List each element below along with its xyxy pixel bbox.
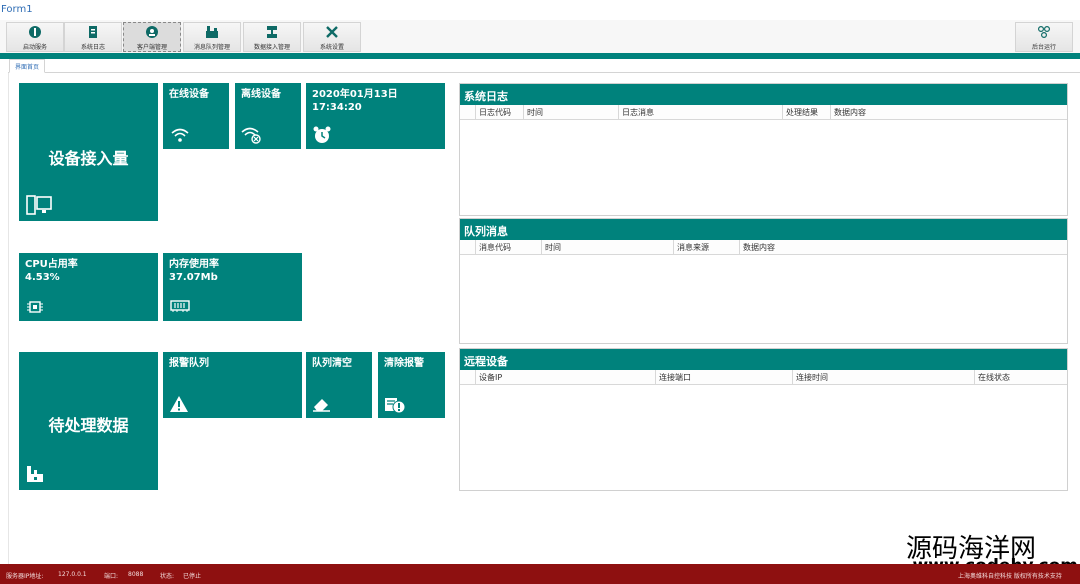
toolbar-button-label: 后台运行 [1031,44,1056,51]
toolbar-button-label: 系统日志 [80,44,105,51]
system-log-panel: 系统日志 日志代码 时间 日志消息 处理结果 数据内容 [459,83,1068,216]
column-header[interactable]: 消息代码 [475,240,541,255]
tools-icon [326,26,338,38]
system-log-title: 系统日志 [460,84,1067,105]
current-time: 17:34:20 [312,102,362,113]
queue-messages-title: 队列消息 [460,219,1067,240]
queue-management-button[interactable]: 消息队列管理 [183,22,241,52]
copyright-text: 上海奥维科自控科技 版权所有技术支持 [958,573,1062,580]
column-header[interactable]: 消息来源 [673,240,739,255]
data-access-icon [267,26,277,38]
main-content: 设备接入量 在线设备 离线设备 2020年01月13日 17:34:20 CPU… [8,73,1080,564]
factory-icon [27,466,43,482]
alarm-queue-tile[interactable]: 报警队列 [163,352,302,418]
cpu-icon [27,301,43,313]
cpu-usage-label: CPU占用率 [25,259,78,270]
memory-usage-tile: 内存使用率 37.07Mb [163,253,302,321]
clear-alarm-label: 清除报警 [384,358,424,369]
pending-data-label: 待处理数据 [48,416,129,435]
toolbar-button-label: 消息队列管理 [193,44,230,51]
clear-alarm-tile[interactable]: 清除报警 [378,352,445,418]
online-devices-label: 在线设备 [169,89,209,100]
system-settings-button[interactable]: 系统设置 [303,22,361,52]
remote-devices-panel: 远程设备 设备IP 连接端口 连接时间 在线状态 [459,348,1068,491]
offline-devices-tile[interactable]: 离线设备 [235,83,301,149]
toolbar-button-label: 启动服务 [22,44,47,51]
data-access-button[interactable]: 数据接入管理 [243,22,301,52]
port-value: 8088 [128,571,144,578]
memory-usage-value: 37.07Mb [169,272,218,283]
tab-home[interactable]: 界面首页 [9,59,46,73]
column-header[interactable]: 数据内容 [739,240,1067,255]
status-bar: 服务器IP地址: 127.0.0.1 端口: 8088 状态: 已停止 上海奥维… [0,564,1080,584]
queue-messages-grid-header: 消息代码 时间 消息来源 数据内容 [460,240,1067,255]
cpu-usage-value: 4.53% [25,272,60,283]
device-access-label: 设备接入量 [48,149,129,168]
online-devices-tile[interactable]: 在线设备 [163,83,229,149]
memory-icon [170,300,190,312]
column-header[interactable]: 在线状态 [974,370,1067,385]
system-log-grid-header: 日志代码 时间 日志消息 处理结果 数据内容 [460,105,1067,120]
column-header[interactable]: 时间 [541,240,673,255]
alarm-clock-icon [313,126,331,143]
wifi-icon [171,128,189,142]
column-header[interactable]: 设备IP [475,370,655,385]
tab-strip: 界面首页 [8,59,1080,73]
server-ip-label: 服务器IP地址: [6,573,44,580]
window-title: Form1 [1,4,33,15]
state-label: 状态: [160,573,175,580]
port-label: 端口: [104,573,119,580]
toolbar: 启动服务 系统日志 客户端管理 消息队列管理 数据接入管理 系统设置 后台运行 [0,20,1080,53]
column-header[interactable]: 日志消息 [618,105,782,120]
datetime-tile: 2020年01月13日 17:34:20 [306,83,445,149]
server-ip-value: 127.0.0.1 [58,571,87,578]
system-log-button[interactable]: 系统日志 [64,22,122,52]
remote-devices-grid-header: 设备IP 连接端口 连接时间 在线状态 [460,370,1067,385]
clear-alarm-icon [385,398,406,414]
warning-icon [170,396,188,412]
queue-messages-panel: 队列消息 消息代码 时间 消息来源 数据内容 [459,218,1068,344]
toolbar-button-label: 客户端管理 [136,44,167,51]
alarm-queue-label: 报警队列 [169,358,209,369]
clear-queue-tile[interactable]: 队列清空 [306,352,372,418]
background-run-icon [1037,25,1051,39]
device-access-tile[interactable]: 设备接入量 [19,83,158,221]
pending-data-tile[interactable]: 待处理数据 [19,352,158,490]
memory-usage-label: 内存使用率 [169,259,219,270]
state-value: 已停止 [183,573,202,580]
column-header[interactable]: 数据内容 [830,105,1067,120]
cpu-usage-tile: CPU占用率 4.53% [19,253,158,321]
remote-devices-title: 远程设备 [460,349,1067,370]
client-icon [146,26,158,38]
column-header[interactable]: 日志代码 [475,105,523,120]
toolbar-button-label: 数据接入管理 [253,44,290,51]
column-header[interactable]: 连接时间 [792,370,974,385]
column-header[interactable]: 时间 [523,105,618,120]
queue-icon [206,26,218,38]
offline-devices-label: 离线设备 [241,89,281,100]
column-header[interactable]: 处理结果 [782,105,830,120]
toolbar-button-label: 系统设置 [319,44,344,51]
eraser-icon [313,399,330,412]
clear-queue-label: 队列清空 [312,358,352,369]
wifi-off-icon [241,127,261,144]
devices-icon [26,195,52,215]
column-header[interactable]: 连接端口 [655,370,792,385]
client-management-button[interactable]: 客户端管理 [123,22,181,52]
log-icon [89,26,97,38]
background-run-button[interactable]: 后台运行 [1015,22,1073,52]
current-date: 2020年01月13日 [312,89,398,100]
start-service-button[interactable]: 启动服务 [6,22,64,52]
power-icon [29,26,41,38]
